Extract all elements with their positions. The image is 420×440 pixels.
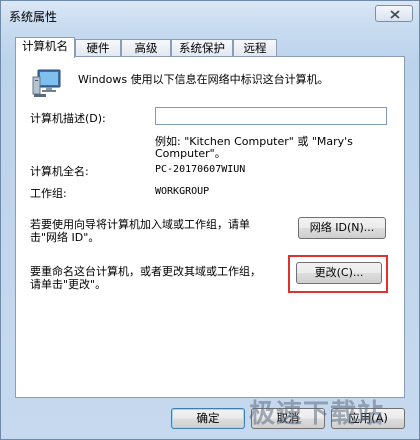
change-highlight-box xyxy=(288,255,388,293)
watermark-logo: 极速下载站 xyxy=(249,399,385,429)
tab-remote[interactable]: 远程 xyxy=(233,39,277,56)
description-label: 计算机描述(D): xyxy=(30,112,106,125)
close-button[interactable] xyxy=(375,5,413,22)
tab-advanced[interactable]: 高级 xyxy=(121,39,171,56)
tab-hardware[interactable]: 硬件 xyxy=(75,39,121,56)
network-id-text-line2: 击"网络 ID"。 xyxy=(30,231,100,244)
system-properties-dialog: 系统属性 计算机名 硬件 高级 系统保护 远程 Windows 使用以下信息在网… xyxy=(0,0,420,440)
title-bar[interactable]: 系统属性 xyxy=(1,1,419,29)
computer-name-panel: Windows 使用以下信息在网络中标识这台计算机。 计算机描述(D): 例如:… xyxy=(15,56,405,398)
description-input[interactable] xyxy=(155,107,387,125)
description-example-line2: Computer"。 xyxy=(155,147,226,160)
full-name-value: PC-20170607WIUN xyxy=(155,164,246,175)
workgroup-value: WORKGROUP xyxy=(155,186,210,197)
window-title: 系统属性 xyxy=(9,10,58,24)
workgroup-label: 工作组: xyxy=(30,187,67,200)
ok-button[interactable]: 确定 xyxy=(171,408,245,429)
change-text-line2: 请单击"更改"。 xyxy=(30,278,107,291)
tab-computer-name[interactable]: 计算机名 xyxy=(15,37,75,58)
network-id-button[interactable]: 网络 ID(N)... xyxy=(298,217,386,239)
computer-icon xyxy=(32,69,61,97)
tab-system-protection[interactable]: 系统保护 xyxy=(171,39,233,56)
intro-text: Windows 使用以下信息在网络中标识这台计算机。 xyxy=(78,73,329,86)
close-icon xyxy=(390,10,400,19)
full-name-label: 计算机全名: xyxy=(30,165,89,178)
